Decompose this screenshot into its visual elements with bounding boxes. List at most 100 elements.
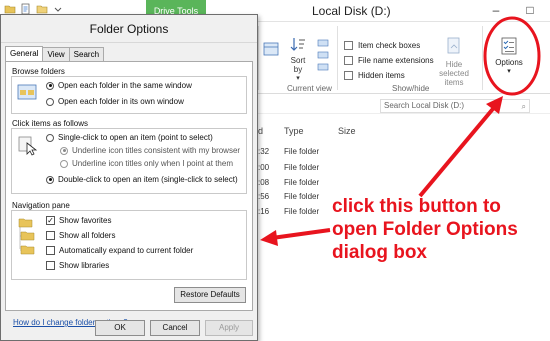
- options-label: Options: [495, 58, 523, 67]
- column-header-date-fragment[interactable]: d: [258, 126, 263, 136]
- checkbox[interactable]: [46, 261, 55, 270]
- click-items-label: Click items as follows: [12, 119, 91, 128]
- hide-selected-icon: [447, 37, 460, 54]
- show-favorites-option[interactable]: ✓ Show favorites: [46, 216, 111, 225]
- folder-options-dialog: Folder Options General View Search Brows…: [0, 14, 258, 341]
- annotation-line-2: open Folder Options: [332, 219, 518, 240]
- sort-by-button[interactable]: Sort by ▾: [286, 36, 310, 82]
- browse-folders-group: Browse folders Open each folder in the s…: [11, 67, 247, 114]
- radio-button[interactable]: [46, 175, 54, 184]
- checkbox[interactable]: [46, 246, 55, 255]
- list-item[interactable]: :32 File folder: [258, 147, 398, 161]
- options-button[interactable]: Options ▾: [492, 36, 526, 75]
- ribbon-separator: [258, 26, 259, 90]
- layout-icon[interactable]: [262, 40, 282, 60]
- single-click-option[interactable]: Single-click to open an item (point to s…: [46, 133, 213, 142]
- show-libraries-option[interactable]: Show libraries: [46, 261, 109, 270]
- modified-time: :56: [258, 192, 270, 201]
- underline-browser-option[interactable]: Underline icon titles consistent with my…: [60, 146, 240, 155]
- open-same-window-option[interactable]: Open each folder in the same window: [46, 81, 192, 90]
- modified-time: :32: [258, 147, 270, 156]
- search-icon[interactable]: ⌕: [522, 101, 526, 113]
- dialog-title: Folder Options: [1, 15, 257, 43]
- annotation-line-3: dialog box: [332, 242, 427, 263]
- hide-selected-label: Hide selected: [439, 60, 469, 78]
- item-type: File folder: [284, 147, 320, 156]
- maximize-button[interactable]: □: [514, 0, 546, 22]
- apply-button[interactable]: Apply: [205, 320, 253, 336]
- checkbox-label: Item check boxes: [358, 41, 421, 50]
- modified-time: :00: [258, 163, 270, 172]
- radio-button[interactable]: [46, 133, 54, 142]
- current-view-group-label: Current view: [287, 84, 332, 93]
- search-placeholder: Search Local Disk (D:): [384, 101, 465, 110]
- dialog-tabs: General View Search: [5, 46, 105, 62]
- minimize-button[interactable]: –: [480, 0, 512, 22]
- group-by-icons[interactable]: [316, 38, 332, 74]
- modified-time: :16: [258, 207, 270, 216]
- general-tab-panel: Browse folders Open each folder in the s…: [5, 61, 253, 311]
- search-input[interactable]: Search Local Disk (D:) ⌕: [380, 99, 530, 113]
- click-items-group: Click items as follows Single-click to o…: [11, 119, 247, 194]
- navigation-folders-icon: [18, 218, 35, 255]
- checkbox[interactable]: [344, 56, 353, 65]
- auto-expand-option[interactable]: Automatically expand to current folder: [46, 246, 193, 255]
- double-click-option[interactable]: Double-click to open an item (single-cli…: [46, 175, 238, 184]
- option-label: Open each folder in the same window: [58, 81, 192, 90]
- checkbox[interactable]: [46, 231, 55, 240]
- radio-button[interactable]: [60, 159, 68, 168]
- hide-selected-items-button[interactable]: Hide selected items: [434, 36, 474, 87]
- sort-label-2: by: [293, 65, 303, 74]
- option-label: Show all folders: [59, 231, 116, 240]
- option-label: Automatically expand to current folder: [59, 246, 194, 255]
- tab-search[interactable]: Search: [68, 47, 105, 61]
- underline-point-option[interactable]: Underline icon titles only when I point …: [60, 159, 233, 168]
- list-item[interactable]: :00 File folder: [258, 163, 398, 177]
- dialog-body: General View Search Browse folders Open …: [1, 43, 257, 340]
- item-check-boxes-option[interactable]: Item check boxes: [344, 41, 420, 50]
- modified-time: :08: [258, 178, 270, 187]
- list-item[interactable]: :08 File folder: [258, 178, 398, 192]
- column-header-type[interactable]: Type: [284, 126, 304, 136]
- open-own-window-option[interactable]: Open each folder in its own window: [46, 97, 184, 106]
- checkbox[interactable]: ✓: [46, 216, 55, 225]
- ok-button[interactable]: OK: [95, 320, 145, 336]
- option-label: Underline icon titles only when I point …: [72, 159, 233, 168]
- option-label: Underline icon titles consistent with my…: [72, 146, 241, 155]
- options-icon: [501, 37, 517, 55]
- show-all-folders-option[interactable]: Show all folders: [46, 231, 115, 240]
- checkbox[interactable]: [344, 41, 353, 50]
- tab-view[interactable]: View: [42, 47, 70, 61]
- option-label: Show libraries: [59, 261, 110, 270]
- hide-selected-label-2: items: [444, 78, 464, 87]
- file-name-extensions-option[interactable]: File name extensions: [344, 56, 434, 65]
- checkbox[interactable]: [344, 71, 353, 80]
- option-label: Double-click to open an item (single-cli…: [58, 175, 238, 184]
- item-type: File folder: [284, 178, 320, 187]
- annotation-line-1: click this button to: [332, 196, 501, 217]
- tab-general[interactable]: General: [5, 46, 44, 61]
- option-label: Single-click to open an item (point to s…: [58, 133, 213, 142]
- radio-button[interactable]: [46, 97, 54, 106]
- radio-button[interactable]: [60, 146, 68, 155]
- click-cursor-icon: [18, 136, 38, 156]
- item-type: File folder: [284, 163, 320, 172]
- annotation-text: click this button to open Folder Options…: [332, 195, 532, 264]
- navigation-pane-label: Navigation pane: [12, 201, 72, 210]
- ribbon-separator: [337, 26, 338, 90]
- browse-folders-label: Browse folders: [12, 67, 67, 76]
- cancel-button[interactable]: Cancel: [150, 320, 200, 336]
- navigation-pane-group: Navigation pane ✓ Show favorites Show al…: [11, 201, 247, 280]
- item-type: File folder: [284, 207, 320, 216]
- sort-label: Sort: [290, 56, 306, 65]
- column-header-size[interactable]: Size: [338, 126, 356, 136]
- show-hide-group-label: Show/hide: [392, 84, 430, 93]
- chevron-down-icon: ▾: [507, 68, 511, 75]
- hidden-items-option[interactable]: Hidden items: [344, 71, 405, 80]
- checkbox-label: File name extensions: [358, 56, 434, 65]
- ribbon-separator: [482, 26, 483, 90]
- restore-defaults-button[interactable]: Restore Defaults: [174, 287, 246, 303]
- window-title: Local Disk (D:): [312, 4, 391, 18]
- item-type: File folder: [284, 192, 320, 201]
- radio-button[interactable]: [46, 81, 54, 90]
